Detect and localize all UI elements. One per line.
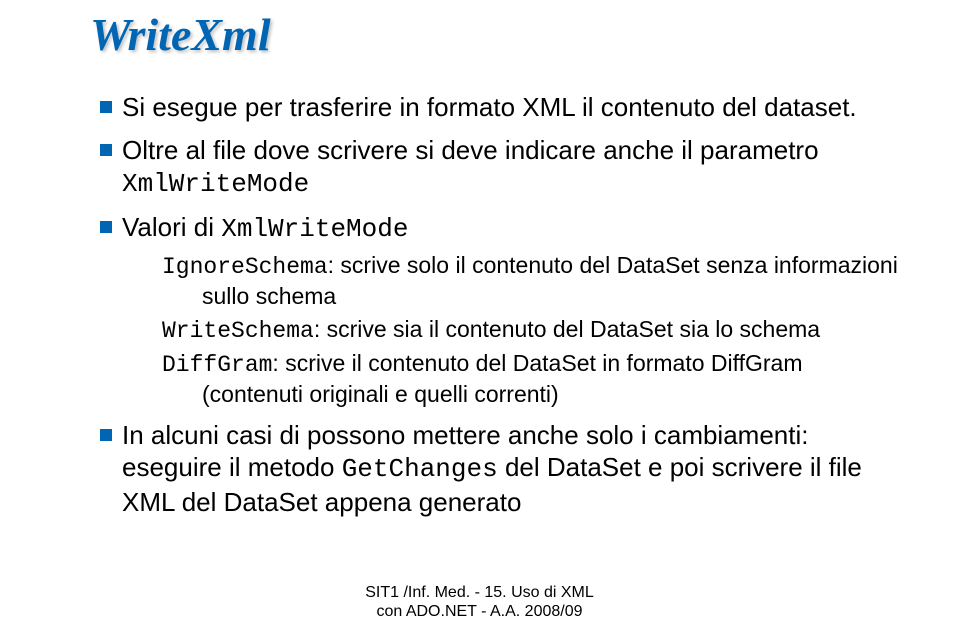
bullet-text: Valori di [122, 212, 221, 242]
bullet-item: Oltre al file dove scrivere si deve indi… [100, 134, 899, 201]
code-text: WriteSchema [162, 318, 314, 344]
code-text: DiffGram [162, 352, 272, 378]
bullet-text: Oltre al file dove scrivere si deve indi… [122, 135, 819, 165]
footer-line-2: con ADO.NET - A.A. 2008/09 [0, 602, 959, 621]
bullet-item: Valori di XmlWriteMode IgnoreSchema: scr… [100, 211, 899, 409]
slide-title: WriteXml [90, 8, 899, 61]
bullet-item: Si esegue per trasferire in formato XML … [100, 91, 899, 124]
sub-bullet-item: WriteSchema: scrive sia il contenuto del… [162, 315, 899, 346]
sub-bullet-item: IgnoreSchema: scrive solo il contenuto d… [162, 251, 899, 311]
sub-bullet-text: : scrive il contenuto del DataSet in for… [202, 350, 803, 407]
code-text: IgnoreSchema [162, 254, 328, 280]
bullet-item: In alcuni casi di possono mettere anche … [100, 419, 899, 519]
bullet-text: Si esegue per trasferire in formato XML … [122, 92, 857, 122]
sub-bullet-list: IgnoreSchema: scrive solo il contenuto d… [122, 251, 899, 409]
sub-bullet-text: : scrive sia il contenuto del DataSet si… [314, 316, 820, 342]
code-text: XmlWriteMode [221, 214, 408, 244]
bullet-list: Si esegue per trasferire in formato XML … [70, 91, 899, 518]
slide: WriteXml Si esegue per trasferire in for… [0, 8, 959, 518]
footer-line-1: SIT1 /Inf. Med. - 15. Uso di XML [0, 583, 959, 602]
slide-footer: SIT1 /Inf. Med. - 15. Uso di XML con ADO… [0, 583, 959, 621]
code-text: GetChanges [342, 454, 498, 484]
code-text: XmlWriteMode [122, 169, 309, 199]
sub-bullet-item: DiffGram: scrive il contenuto del DataSe… [162, 349, 899, 409]
